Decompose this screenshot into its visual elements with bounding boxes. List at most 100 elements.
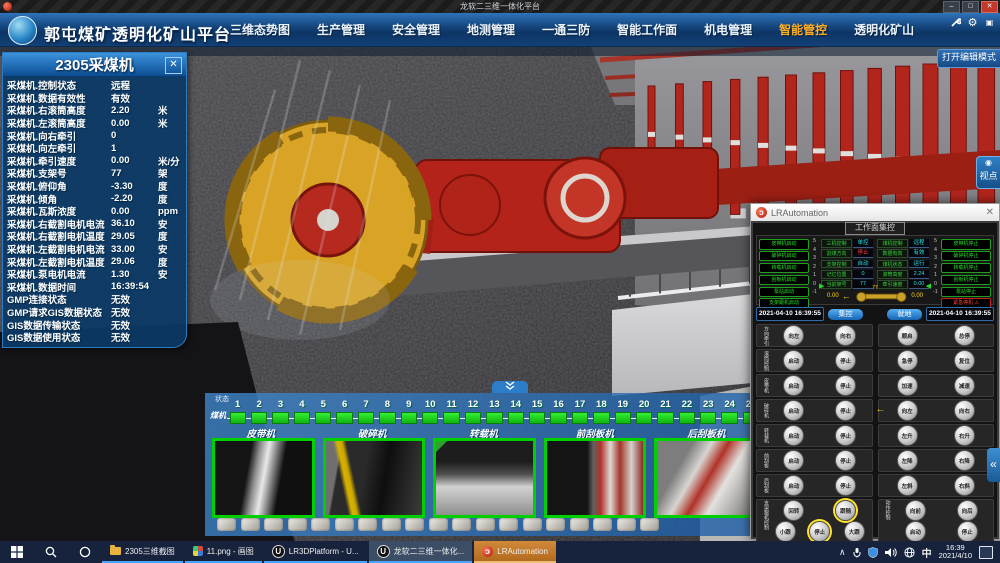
workface-stop-button[interactable]: 刮板机停止 <box>941 275 991 286</box>
control-button-跟随[interactable]: 跟随 <box>835 500 856 521</box>
usb-icon[interactable] <box>853 547 861 558</box>
workface-stop-button[interactable]: 破碎机停止 <box>941 251 991 262</box>
nav-item-生产管理[interactable]: 生产管理 <box>317 21 365 38</box>
control-button-急停[interactable]: 急停 <box>897 350 918 371</box>
control-button-向后[interactable]: 向后 <box>957 500 978 521</box>
panel-collapse-chevron[interactable] <box>492 381 528 393</box>
workface-stop-button[interactable]: 皮带机停止 <box>941 239 991 250</box>
shearer-position-gauge: 0.00 ← 77 0.00 <box>827 289 923 303</box>
gear-icon[interactable]: ⚙ <box>966 16 979 29</box>
control-button-停止[interactable]: 停止 <box>835 425 856 446</box>
control-button-停止[interactable]: 停止 <box>835 400 856 421</box>
workface-stop-button[interactable]: 转载机停止 <box>941 263 991 274</box>
start-button[interactable] <box>0 541 34 563</box>
search-icon[interactable] <box>34 541 68 563</box>
cortana-icon[interactable] <box>68 541 102 563</box>
open-edit-mode-button[interactable]: 打开编辑模式 <box>937 49 1000 68</box>
control-button-左升[interactable]: 左升 <box>897 425 918 446</box>
control-button-复位[interactable]: 复位 <box>954 350 975 371</box>
viewpoint-tab[interactable]: ◉ 视点 <box>976 156 1000 189</box>
nav-item-安全管理[interactable]: 安全管理 <box>392 21 440 38</box>
control-button-减速[interactable]: 减速 <box>954 375 975 396</box>
workface-start-button[interactable]: 泵站启动 <box>759 287 809 298</box>
control-button-启动[interactable]: 启动 <box>783 425 804 446</box>
control-button-启动[interactable]: 启动 <box>783 475 804 496</box>
control-button-右斜[interactable]: 右斜 <box>954 475 975 496</box>
close-button[interactable]: ✕ <box>981 1 998 13</box>
nav-item-机电管理[interactable]: 机电管理 <box>704 21 752 38</box>
panel-close-icon[interactable]: ▣ <box>983 16 996 29</box>
nav-item-地测管理[interactable]: 地测管理 <box>467 21 515 38</box>
control-button-右升[interactable]: 右升 <box>954 425 975 446</box>
nav-item-三维态势图[interactable]: 三维态势图 <box>230 21 290 38</box>
control-button-右降[interactable]: 右降 <box>954 450 975 471</box>
nav-item-透明化矿山[interactable]: 透明化矿山 <box>854 21 914 38</box>
control-button-加速[interactable]: 加速 <box>897 375 918 396</box>
metric: 支架控制自动 <box>821 260 873 269</box>
control-button-停止[interactable]: 停止 <box>835 375 856 396</box>
control-button-启动[interactable]: 启动 <box>783 375 804 396</box>
workface-start-button[interactable]: 转载机启动 <box>759 263 809 274</box>
control-button-小跟[interactable]: 小跟 <box>775 521 796 542</box>
defender-shield-icon[interactable] <box>868 547 878 558</box>
wrench-icon[interactable] <box>949 16 962 29</box>
control-button-大跟[interactable]: 大跟 <box>844 521 865 542</box>
workface-control-tab[interactable]: 工作面集控 <box>845 222 905 235</box>
camera-thumbnail-1[interactable] <box>212 438 315 518</box>
lrautomation-titlebar[interactable]: ɔ LRAutomation ✕ <box>751 204 999 222</box>
mode-pill-left[interactable]: 集控 <box>828 309 863 320</box>
nav-item-一通三防[interactable]: 一通三防 <box>542 21 590 38</box>
control-button-启动[interactable]: 启动 <box>783 400 804 421</box>
taskbar-app-LR3DPlatform - U...[interactable]: ULR3DPlatform - U... <box>264 541 367 563</box>
ime-indicator[interactable]: 中 <box>922 545 932 560</box>
mode-pill-right[interactable]: 就地 <box>887 309 922 320</box>
control-button-顺启[interactable]: 顺启 <box>897 325 918 346</box>
control-button-停止[interactable]: 停止 <box>835 350 856 371</box>
taskbar-clock[interactable]: 16:39 2021/4/10 <box>939 544 972 561</box>
speaker-icon[interactable] <box>885 547 897 558</box>
collapse-panel-tab[interactable]: « <box>987 448 1000 482</box>
camera-thumbnail-2[interactable] <box>323 438 426 518</box>
workface-start-button[interactable]: 破碎机启动 <box>759 251 809 262</box>
network-globe-icon[interactable] <box>904 547 915 558</box>
control-button-左斜[interactable]: 左斜 <box>897 475 918 496</box>
nav-item-智能工作面[interactable]: 智能工作面 <box>617 21 677 38</box>
control-row: 左斜 右斜 <box>878 474 995 497</box>
control-button-停止[interactable]: 停止 <box>835 450 856 471</box>
control-button-停止[interactable]: 停止 <box>957 521 978 542</box>
control-button-左降[interactable]: 左降 <box>897 450 918 471</box>
workface-start-button[interactable]: 皮带机启动 <box>759 239 809 250</box>
control-button-向右[interactable]: 向右 <box>835 325 856 346</box>
taskbar-app-2305三维截图[interactable]: 2305三维截图 <box>102 541 183 563</box>
lrautomation-close-icon[interactable]: ✕ <box>986 207 994 218</box>
workface-stop-button[interactable]: 泵站停止 <box>941 287 991 298</box>
tray-chevron-up-icon[interactable]: ∧ <box>839 547 846 558</box>
control-button-停止[interactable]: 停止 <box>835 475 856 496</box>
taskbar-app-11.png - 画图[interactable]: 11.png - 画图 <box>185 541 262 563</box>
nav-item-智能管控[interactable]: 智能管控 <box>779 21 827 38</box>
control-button-启动[interactable]: 启动 <box>783 450 804 471</box>
camera-thumbnail-5[interactable] <box>654 438 757 518</box>
taskbar-app-龙软二三维一体化...[interactable]: U龙软二三维一体化... <box>369 541 473 563</box>
control-button-启动[interactable]: 启动 <box>905 521 926 542</box>
control-button-向左[interactable]: 向左 <box>783 325 804 346</box>
maximize-button[interactable]: □ <box>962 1 979 13</box>
camera-thumbnail-3[interactable] <box>433 438 536 518</box>
notification-center-icon[interactable] <box>979 546 993 559</box>
shearer-data-row: GMP请求GIS数据状态无效 <box>3 306 186 319</box>
metric: 割煤方向停止 <box>821 249 873 258</box>
taskbar-app-LRAutomation[interactable]: ɔLRAutomation <box>474 541 556 563</box>
support-key <box>288 518 307 531</box>
row-unit: 度 <box>158 192 186 206</box>
minimize-button[interactable]: – <box>943 1 960 13</box>
control-button-总停[interactable]: 总停 <box>954 325 975 346</box>
control-button-向右[interactable]: 向右 <box>954 400 975 421</box>
control-button-向左[interactable]: 向左 <box>897 400 918 421</box>
control-button-回转[interactable]: 回转 <box>783 500 804 521</box>
shearer-panel-close-icon[interactable]: ✕ <box>165 57 182 74</box>
control-button-停止[interactable]: 停止 <box>809 521 830 542</box>
workface-start-button[interactable]: 刮板机启动 <box>759 275 809 286</box>
control-button-启动[interactable]: 启动 <box>783 350 804 371</box>
camera-thumbnail-4[interactable] <box>544 438 647 518</box>
control-button-向前[interactable]: 向前 <box>905 500 926 521</box>
